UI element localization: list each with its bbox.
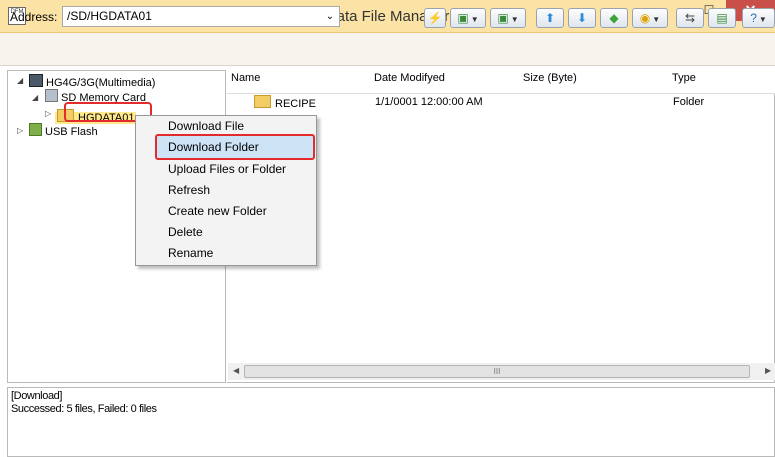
tree-item-label: USB Flash — [45, 126, 98, 138]
chevron-down-icon: ▼ — [470, 15, 479, 24]
chevron-down-icon: ▼ — [758, 15, 767, 24]
sd-card-icon — [45, 89, 58, 102]
tree-item-root[interactable]: HG4G/3G(Multimedia) — [29, 74, 155, 89]
menu-item-upload[interactable]: Upload Files or Folder — [168, 162, 286, 176]
tree-item-usb[interactable]: USB Flash — [29, 123, 98, 138]
page-button[interactable]: ▤ — [708, 8, 736, 28]
date-cell: 1/1/0001 12:00:00 AM — [375, 96, 483, 108]
paste-button[interactable]: ▣ ▼ — [490, 8, 526, 28]
drive-icon — [29, 74, 43, 87]
expanded-arrow-icon[interactable]: ◢ — [32, 93, 38, 102]
scroll-left-arrow-icon[interactable]: ◀ — [233, 366, 243, 378]
help-button[interactable]: ? ▼ — [742, 8, 775, 28]
menu-item-delete[interactable]: Delete — [168, 225, 203, 239]
usb-icon — [29, 123, 42, 136]
file-name: RECIPE — [275, 98, 316, 110]
log-pane — [7, 387, 775, 457]
expanded-arrow-icon[interactable]: ◢ — [17, 76, 23, 85]
address-label: Address: — [10, 10, 58, 24]
collapsed-arrow-icon[interactable]: ▷ — [45, 109, 51, 118]
upload-icon: ⬆ — [544, 11, 556, 25]
menu-item-download-folder[interactable]: Download Folder — [168, 140, 259, 154]
copy-icon: ▣ — [457, 11, 469, 25]
column-header-name[interactable]: Name — [227, 70, 379, 94]
collapsed-arrow-icon[interactable]: ▷ — [17, 126, 23, 135]
lightning-icon: ⚡ — [427, 11, 443, 25]
address-toolbar — [0, 33, 775, 66]
paste-icon: ▣ — [497, 11, 509, 25]
transfer-button[interactable]: ⇆ — [676, 8, 704, 28]
page-icon: ▤ — [716, 11, 728, 25]
globe-button[interactable]: ◉ ▼ — [632, 8, 668, 28]
column-header-type[interactable]: Type — [668, 70, 775, 94]
menu-item-rename[interactable]: Rename — [168, 246, 213, 260]
move-button[interactable]: ◆ — [600, 8, 628, 28]
scroll-thumb[interactable]: III — [244, 365, 750, 378]
column-header-size[interactable]: Size (Byte) — [519, 70, 677, 94]
chevron-down-icon: ▼ — [510, 15, 519, 24]
tree-item-label: HG4G/3G(Multimedia) — [46, 77, 156, 89]
column-header-date[interactable]: Date Modifyed — [370, 70, 528, 94]
menu-item-create-folder[interactable]: Create new Folder — [168, 204, 267, 218]
menu-item-download-file[interactable]: Download File — [168, 119, 244, 133]
help-icon: ? — [750, 11, 757, 25]
log-line: [Download] — [11, 390, 63, 402]
menu-item-refresh[interactable]: Refresh — [168, 183, 210, 197]
folder-icon — [254, 95, 271, 108]
address-input[interactable]: /SD/HGDATA01 — [62, 6, 340, 27]
type-cell: Folder — [673, 96, 705, 108]
log-line: Successed: 5 files, Failed: 0 files — [11, 403, 157, 415]
move-icon: ◆ — [609, 11, 619, 25]
file-name-cell: RECIPE — [254, 95, 316, 110]
upload-button[interactable]: ⬆ — [536, 8, 564, 28]
lightning-button[interactable]: ⚡ — [424, 8, 446, 28]
copy-button[interactable]: ▣ ▼ — [450, 8, 486, 28]
download-button[interactable]: ⬇ — [568, 8, 596, 28]
download-icon: ⬇ — [576, 11, 588, 25]
chevron-down-icon: ▼ — [652, 15, 661, 24]
scroll-right-arrow-icon[interactable]: ▶ — [765, 366, 775, 378]
transfer-icon: ⇆ — [684, 11, 696, 25]
address-dropdown-button[interactable]: ⌄ — [322, 7, 338, 26]
globe-icon: ◉ — [639, 11, 651, 25]
